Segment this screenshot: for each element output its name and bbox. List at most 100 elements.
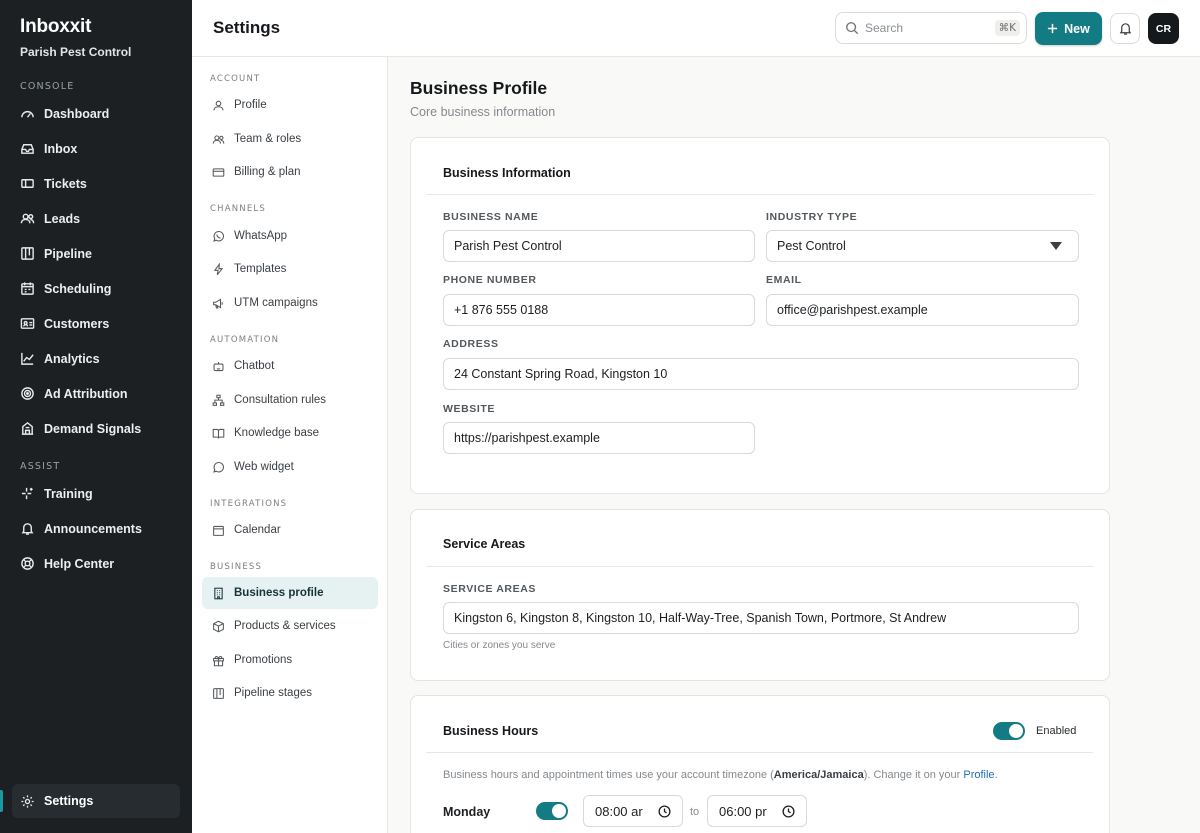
service-areas-field[interactable]: Kingston 6, Kingston 8, Kingston 10, Hal…	[443, 602, 1079, 634]
profile-link[interactable]: Profile	[963, 769, 994, 781]
sidebar-item-scheduling[interactable]: Scheduling	[0, 271, 192, 306]
business-name-label: BUSINESS NAME	[443, 211, 539, 223]
ticket-icon	[21, 179, 34, 188]
monday-close-time[interactable]: 06:00 pr	[707, 795, 807, 827]
industry-type-select[interactable]: Pest Control	[766, 230, 1079, 262]
bell-icon	[21, 523, 34, 535]
subnav-item-whatsapp[interactable]: WhatsApp	[202, 220, 378, 252]
sidebar-item-dashboard[interactable]: Dashboard	[0, 96, 192, 131]
sidebar-item-demand-signals[interactable]: Demand Signals	[0, 411, 192, 446]
subnav-item-chatbot[interactable]: Chatbot	[202, 350, 378, 382]
business-hours-card: Business Hours Enabled Business hours an…	[410, 695, 1110, 833]
whatsapp-icon	[213, 230, 225, 242]
sidebar: Inboxxit Parish Pest Control CONSOLE Das…	[0, 0, 192, 833]
service-areas-card: Service Areas SERVICE AREAS Kingston 6, …	[410, 509, 1110, 681]
subnav-item-label: Chatbot	[234, 360, 275, 372]
building-icon	[214, 587, 223, 599]
users-icon	[20, 213, 35, 224]
subnav-item-products-services[interactable]: Products & services	[202, 610, 378, 642]
website-field[interactable]: https://parishpest.example	[443, 422, 755, 454]
plus-icon	[1048, 23, 1058, 34]
search-placeholder: Search	[865, 21, 904, 35]
card-heading: Business Hours	[443, 724, 539, 738]
chat-bubble-icon	[213, 461, 225, 473]
subnav-item-label: WhatsApp	[234, 230, 288, 242]
assist-nav: Training Announcements Help Center	[0, 476, 192, 581]
subnav-item-promotions[interactable]: Promotions	[202, 644, 378, 676]
sidebar-item-label: Ad Attribution	[44, 386, 128, 401]
sidebar-item-inbox[interactable]: Inbox	[0, 131, 192, 166]
main-content: Business Profile Core business informati…	[389, 57, 1200, 833]
monday-open-time[interactable]: 08:00 ar	[583, 795, 683, 827]
divider	[426, 566, 1093, 567]
sidebar-item-tickets[interactable]: Tickets	[0, 166, 192, 201]
lightning-icon	[213, 262, 224, 275]
bell-icon	[1119, 23, 1131, 35]
sidebar-item-label: Leads	[44, 211, 81, 226]
subnav-item-label: Web widget	[234, 461, 294, 473]
sidebar-item-label: Inbox	[44, 141, 78, 156]
phone-number-field[interactable]: +1 876 555 0188	[443, 294, 755, 326]
notifications-button[interactable]	[1110, 13, 1140, 44]
subnav-item-profile[interactable]: Profile	[202, 89, 378, 121]
subnav-item-calendar[interactable]: Calendar	[202, 514, 378, 546]
subnav-section-channels: CHANNELS	[210, 204, 266, 214]
subnav-item-label: Pipeline stages	[234, 687, 312, 699]
brand: Inboxxit Parish Pest Control	[20, 16, 131, 59]
section-label-console: CONSOLE	[20, 81, 75, 92]
subnav-section-automation: AUTOMATION	[210, 335, 280, 345]
subnav-item-label: Consultation rules	[234, 394, 327, 406]
target-icon	[21, 387, 34, 400]
avatar[interactable]: CR	[1148, 13, 1179, 44]
search-input[interactable]: Search ⌘K	[835, 12, 1027, 44]
subnav-item-knowledge-base[interactable]: Knowledge base	[202, 417, 378, 449]
subnav-item-consultation-rules[interactable]: Consultation rules	[202, 384, 378, 416]
dropdown-arrow-icon	[1050, 242, 1062, 250]
subnav-item-team-roles[interactable]: Team & roles	[202, 123, 378, 155]
subnav-item-label: UTM campaigns	[234, 297, 318, 309]
sidebar-item-help-center[interactable]: Help Center	[0, 546, 192, 581]
industry-type-value: Pest Control	[777, 239, 846, 253]
sidebar-item-label: Settings	[44, 794, 94, 808]
subnav-item-business-profile[interactable]: Business profile	[202, 577, 378, 609]
calendar-icon	[21, 282, 34, 295]
subnav-item-web-widget[interactable]: Web widget	[202, 451, 378, 483]
subnav-item-billing[interactable]: Billing & plan	[202, 156, 378, 188]
monday-toggle[interactable]	[536, 802, 568, 820]
subnav-item-pipeline-stages[interactable]: Pipeline stages	[202, 677, 378, 709]
sidebar-item-label: Scheduling	[44, 281, 112, 296]
book-icon	[212, 428, 225, 438]
section-title: Business Profile	[410, 78, 548, 98]
email-field[interactable]: office@parishpest.example	[766, 294, 1079, 326]
subnav-section-account: ACCOUNT	[210, 74, 261, 84]
sidebar-item-label: Analytics	[44, 351, 100, 366]
card-heading: Service Areas	[443, 537, 526, 551]
brand-name: Inboxxit	[20, 16, 92, 37]
subnav-item-utm-campaigns[interactable]: UTM campaigns	[202, 287, 378, 319]
business-name-field[interactable]: Parish Pest Control	[443, 230, 755, 262]
address-label: ADDRESS	[443, 338, 499, 350]
subnav-item-label: Templates	[234, 263, 287, 275]
subnav-section-business: BUSINESS	[210, 562, 263, 572]
sidebar-item-pipeline[interactable]: Pipeline	[0, 236, 192, 271]
sidebar-item-leads[interactable]: Leads	[0, 201, 192, 236]
new-button-label: New	[1064, 21, 1090, 36]
sidebar-item-ad-attribution[interactable]: Ad Attribution	[0, 376, 192, 411]
subnav-item-label: Promotions	[234, 654, 293, 666]
kanban-icon	[213, 687, 224, 699]
clock-icon	[658, 805, 671, 818]
business-hours-toggle[interactable]	[993, 722, 1025, 740]
subnav-item-templates[interactable]: Templates	[202, 253, 378, 285]
lifebuoy-icon	[21, 557, 34, 570]
sidebar-item-announcements[interactable]: Announcements	[0, 511, 192, 546]
sidebar-item-analytics[interactable]: Analytics	[0, 341, 192, 376]
sidebar-item-training[interactable]: Training	[0, 476, 192, 511]
org-name: Parish Pest Control	[20, 45, 132, 59]
sidebar-item-settings[interactable]: Settings	[12, 784, 180, 818]
address-field[interactable]: 24 Constant Spring Road, Kingston 10	[443, 358, 1079, 390]
console-nav: Dashboard Inbox Tickets Leads Pipeline S…	[0, 96, 192, 446]
sidebar-item-customers[interactable]: Customers	[0, 306, 192, 341]
new-button[interactable]: New	[1035, 12, 1102, 45]
calendar-icon	[213, 525, 224, 536]
timezone-value: America/Jamaica	[773, 769, 864, 781]
